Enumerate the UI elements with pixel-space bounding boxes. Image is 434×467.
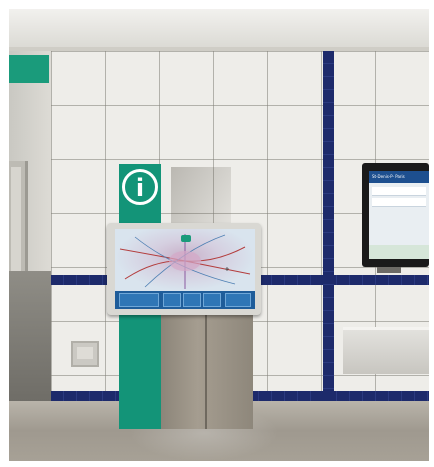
photo-scene: i St-Denis-P· Paris <box>9 9 429 461</box>
kiosk-button-3[interactable] <box>183 293 201 307</box>
departure-screen-header: St-Denis-P· Paris <box>369 171 429 183</box>
screen-mount <box>377 267 401 273</box>
kiosk-button-5[interactable] <box>225 293 251 307</box>
wall-access-panel-inner <box>77 347 93 359</box>
departure-row <box>372 187 426 196</box>
ceiling <box>9 9 429 51</box>
green-strip <box>9 55 49 83</box>
kiosk-button-1[interactable] <box>119 293 159 307</box>
map-pin-icon <box>181 235 191 242</box>
kiosk-map[interactable] <box>115 229 255 291</box>
departure-row <box>372 198 426 207</box>
kiosk-pedestal <box>161 309 253 429</box>
wall-bench <box>343 327 429 374</box>
kiosk-pedestal-seam <box>205 309 207 429</box>
kiosk-button-4[interactable] <box>203 293 221 307</box>
departure-screen-footer <box>369 245 429 259</box>
info-icon: i <box>122 169 158 205</box>
kiosk-button-2[interactable] <box>163 293 181 307</box>
left-lower-panel <box>9 271 53 401</box>
blue-tile-column <box>323 51 334 401</box>
kiosk-touchscreen[interactable] <box>115 229 255 309</box>
departure-screen: St-Denis-P· Paris <box>369 171 429 259</box>
